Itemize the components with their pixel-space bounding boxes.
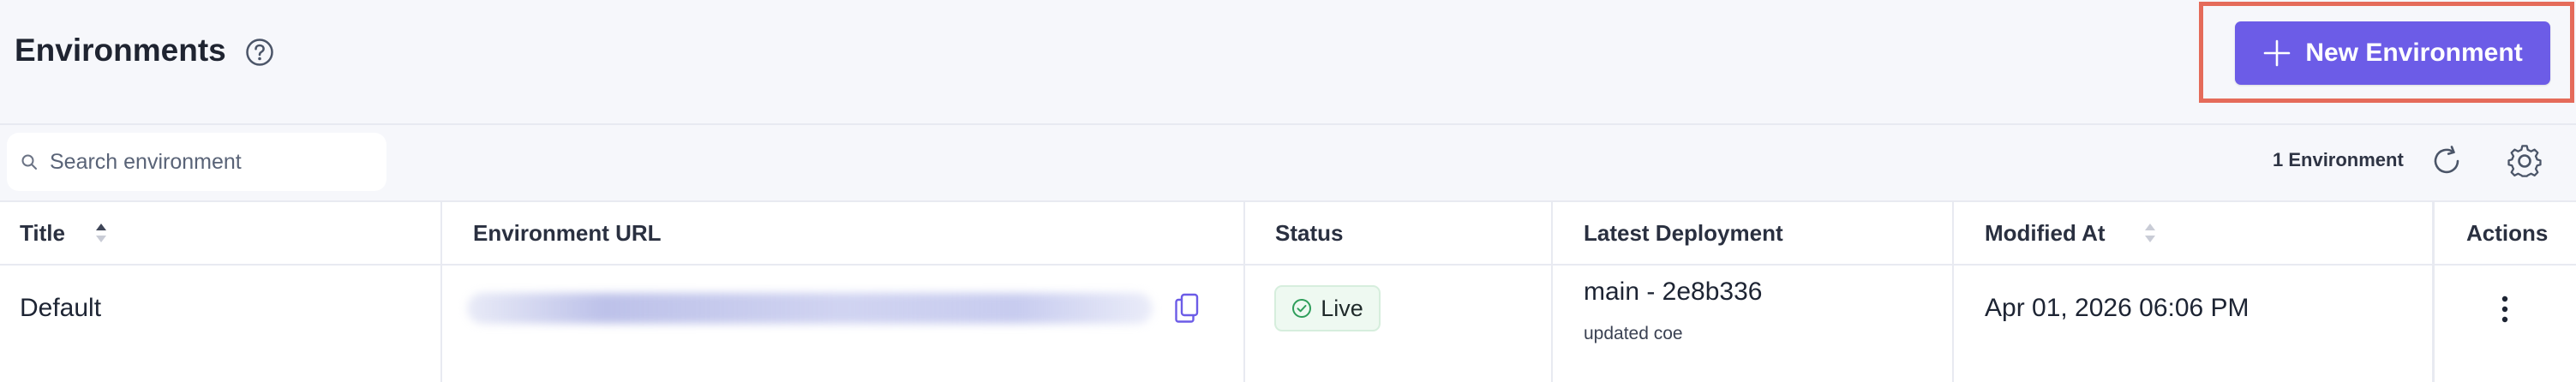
gear-icon[interactable]: [2506, 142, 2543, 180]
column-divider: [440, 202, 442, 382]
column-divider: [1551, 202, 1553, 382]
column-divider: [1243, 202, 1245, 382]
deployment-message: updated coe: [1584, 324, 1683, 343]
search-box[interactable]: [7, 133, 386, 191]
column-divider: [2432, 202, 2435, 382]
table-header: Title Environment URL Status Latest Depl…: [0, 202, 2576, 266]
new-environment-button[interactable]: New Environment: [2235, 21, 2550, 85]
environment-url-redacted: [467, 293, 1153, 324]
sort-icon[interactable]: [2143, 221, 2157, 245]
check-circle-icon: [1292, 299, 1312, 318]
column-status: Status: [1275, 219, 1344, 246]
search-icon: [21, 154, 37, 170]
new-environment-label: New Environment: [2305, 39, 2523, 67]
column-divider: [1952, 202, 1954, 382]
column-title[interactable]: Title: [20, 202, 108, 264]
modified-at: Apr 01, 2026 06:06 PM: [1985, 294, 2250, 322]
page-title: Environments: [15, 33, 226, 68]
row-title[interactable]: Default: [20, 294, 101, 323]
status-label: Live: [1321, 295, 1363, 321]
column-modified-at[interactable]: Modified At: [1985, 202, 2157, 264]
status-badge: Live: [1274, 285, 1381, 331]
kebab-menu-icon[interactable]: [2499, 294, 2511, 325]
search-input[interactable]: [48, 148, 377, 176]
column-latest-deployment: Latest Deployment: [1584, 219, 1783, 246]
help-icon[interactable]: [245, 38, 274, 67]
copy-icon[interactable]: [1174, 293, 1200, 324]
deployment-commit[interactable]: main - 2e8b336: [1584, 278, 1762, 307]
column-actions: Actions: [2466, 219, 2549, 246]
refresh-icon[interactable]: [2429, 144, 2464, 178]
plus-icon: [2264, 39, 2291, 67]
environment-count: 1 Environment: [2273, 149, 2404, 170]
page-header: Environments New Environment: [0, 0, 2576, 125]
sort-asc-icon[interactable]: [94, 221, 108, 245]
column-environment-url: Environment URL: [473, 219, 662, 246]
